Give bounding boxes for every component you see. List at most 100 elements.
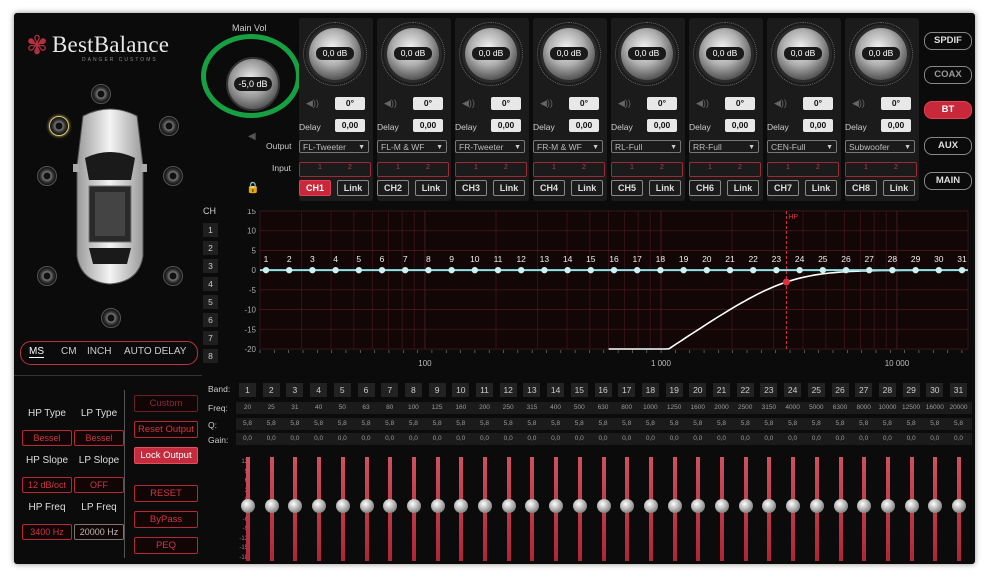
channel-mute-icon[interactable]: ◀)) (852, 98, 865, 109)
band-point[interactable] (471, 266, 478, 274)
eq-q-cell[interactable]: 5,8 (283, 418, 306, 430)
slider-thumb[interactable] (762, 499, 777, 513)
eq-q-cell[interactable]: 5,8 (568, 418, 591, 430)
slider-thumb[interactable] (264, 499, 279, 513)
slider-thumb[interactable] (454, 499, 469, 513)
eq-q-cell[interactable]: 5,8 (663, 418, 686, 430)
eq-gain-slider[interactable] (952, 457, 966, 561)
eq-gain-cell[interactable]: 0,0 (686, 433, 709, 445)
eq-gain-slider[interactable] (691, 457, 706, 561)
eq-gain-cell[interactable]: 0,0 (307, 433, 330, 445)
unit-ms[interactable]: MS (29, 346, 44, 358)
channel-gain-knob[interactable]: 0,0 dB (855, 28, 907, 80)
eq-gain-slider[interactable] (904, 457, 919, 561)
channel-output-select[interactable]: FL-M & WF ▼ (377, 140, 447, 153)
eq-band-number[interactable]: 14 (547, 383, 565, 397)
eq-q-cell[interactable]: 5,8 (900, 418, 923, 430)
eq-freqs-cell[interactable]: 3150 (757, 402, 780, 414)
eq-band-number[interactable]: 23 (760, 383, 778, 397)
eq-gain-cell[interactable]: 0,0 (663, 433, 686, 445)
speaker-rr-icon[interactable] (163, 266, 183, 286)
channel-phase-value[interactable]: 0° (725, 97, 755, 110)
eq-q-cell[interactable]: 5,8 (520, 418, 543, 430)
eq-gain-slider[interactable] (620, 457, 635, 561)
eq-freqs-cell[interactable]: 25 (260, 402, 283, 414)
eq-q-cell[interactable]: 5,8 (923, 418, 946, 430)
slider-thumb[interactable] (430, 499, 445, 513)
eq-q-cell[interactable]: 5,8 (781, 418, 804, 430)
mute-speaker-icon[interactable]: ◀ (248, 131, 256, 142)
ch-column-item[interactable]: 3 (203, 259, 218, 273)
channel-phase-value[interactable]: 0° (569, 97, 599, 110)
ch-column-item[interactable]: 5 (203, 295, 218, 309)
eq-freqs-cell[interactable]: 250 (497, 402, 520, 414)
band-point[interactable] (773, 266, 780, 274)
channel-output-select[interactable]: FR-Tweeter ▼ (455, 140, 525, 153)
eq-freqs-cell[interactable]: 400 (544, 402, 567, 414)
eq-freqs-cell[interactable]: 50 (331, 402, 354, 414)
eq-gain-cell[interactable]: 0,0 (805, 433, 828, 445)
eq-band-number[interactable]: 19 (665, 383, 683, 397)
eq-gain-slider[interactable] (335, 457, 350, 561)
eq-freqs-cell[interactable]: 500 (568, 402, 591, 414)
eq-band-number[interactable]: 9 (428, 383, 446, 397)
eq-q-cell[interactable]: 5,8 (734, 418, 757, 430)
eq-q-cell[interactable]: 5,8 (260, 418, 283, 430)
eq-band-number[interactable]: 7 (381, 383, 399, 397)
eq-gain-slider[interactable] (643, 457, 658, 561)
channel-link-button[interactable]: Link (805, 180, 837, 196)
channel-mute-icon[interactable]: ◀)) (540, 98, 553, 109)
eq-freqs-cell[interactable]: 1000 (639, 402, 662, 414)
eq-q-cell[interactable]: 5,8 (378, 418, 401, 430)
band-point[interactable] (935, 266, 942, 274)
channel-phase-value[interactable]: 0° (881, 97, 911, 110)
channel-gain-knob[interactable]: 0,0 dB (309, 28, 361, 80)
eq-freqs-cell[interactable]: 16000 (923, 402, 946, 414)
eq-gain-cell[interactable]: 0,0 (829, 433, 852, 445)
slider-thumb[interactable] (809, 499, 824, 513)
eq-gain-cell[interactable]: 0,0 (710, 433, 733, 445)
eq-q-cell[interactable]: 5,8 (473, 418, 496, 430)
lp-slope-select[interactable]: OFF (74, 477, 124, 493)
slider-thumb[interactable] (359, 499, 374, 513)
slider-thumb[interactable] (478, 499, 492, 513)
channel-link-button[interactable]: Link (727, 180, 759, 196)
channel-select-button[interactable]: CH1 (299, 180, 331, 196)
eq-q-cell[interactable]: 5,8 (876, 418, 899, 430)
eq-gain-cell[interactable]: 0,0 (852, 433, 875, 445)
slider-thumb[interactable] (501, 499, 516, 513)
lock-icon[interactable]: 🔒 (246, 181, 260, 194)
eq-freqs-cell[interactable]: 20000 (947, 402, 970, 414)
eq-gain-slider[interactable] (762, 457, 777, 561)
channel-input-select[interactable]: 12 (689, 162, 761, 177)
channel-select-button[interactable]: CH4 (533, 180, 565, 196)
slider-thumb[interactable] (952, 499, 966, 513)
slider-thumb[interactable] (643, 499, 658, 513)
band-point[interactable] (819, 266, 826, 274)
eq-q-cell[interactable]: 5,8 (307, 418, 330, 430)
slider-thumb[interactable] (596, 499, 611, 513)
channel-mute-icon[interactable]: ◀)) (774, 98, 787, 109)
source-aux-button[interactable]: AUX (924, 137, 972, 155)
eq-band-number[interactable]: 12 (499, 383, 517, 397)
slider-thumb[interactable] (620, 499, 635, 513)
channel-delay-value[interactable]: 0,00 (881, 119, 911, 132)
eq-band-number[interactable]: 24 (784, 383, 802, 397)
slider-thumb[interactable] (857, 499, 872, 513)
hp-point[interactable] (782, 278, 790, 286)
eq-gain-cell[interactable]: 0,0 (568, 433, 591, 445)
eq-freqs-cell[interactable]: 1600 (686, 402, 709, 414)
frequency-response-graph[interactable]: 151050-5-10-15-20100 1 000 10 000HP1 2 3 4 5 6 7… (220, 209, 970, 369)
eq-freqs-cell[interactable]: 1250 (663, 402, 686, 414)
channel-delay-value[interactable]: 0,00 (803, 119, 833, 132)
band-point[interactable] (564, 266, 571, 274)
eq-band-number[interactable]: 11 (476, 383, 493, 397)
eq-band-number[interactable]: 30 (926, 383, 944, 397)
channel-link-button[interactable]: Link (493, 180, 525, 196)
eq-freqs-cell[interactable]: 12500 (900, 402, 923, 414)
channel-link-button[interactable]: Link (649, 180, 681, 196)
eq-freqs-cell[interactable]: 80 (378, 402, 401, 414)
eq-q-cell[interactable]: 5,8 (497, 418, 520, 430)
channel-input-select[interactable]: 12 (611, 162, 683, 177)
eq-band-number[interactable]: 1 (239, 383, 256, 397)
